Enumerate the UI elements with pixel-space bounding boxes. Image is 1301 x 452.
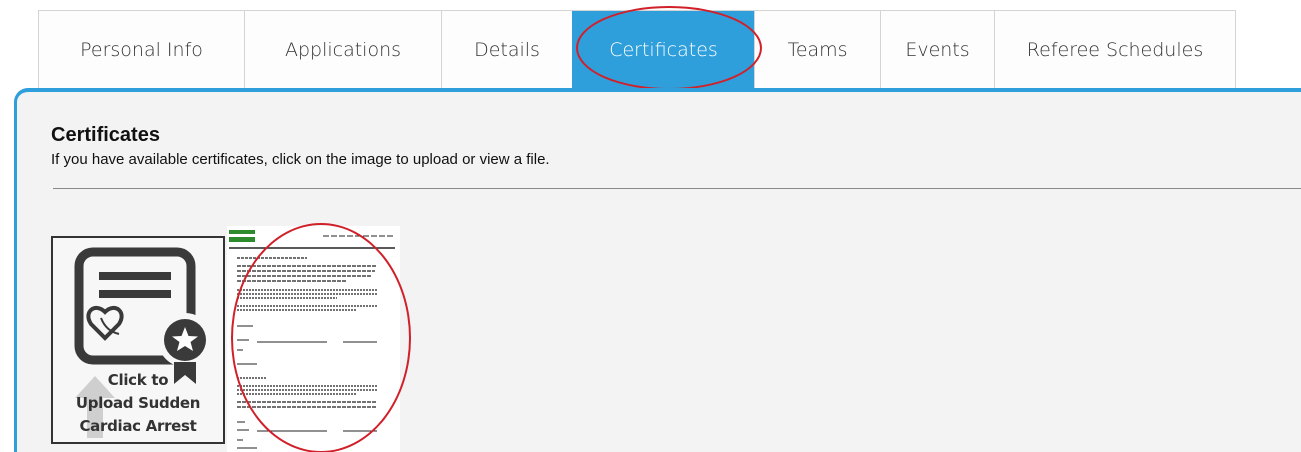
section-title: Certificates xyxy=(51,124,160,146)
tab-applications[interactable]: Applications xyxy=(244,11,441,90)
upload-certificate-card[interactable]: Click to Upload Sudden Cardiac Arrest xyxy=(51,236,225,444)
tab-teams[interactable]: Teams xyxy=(754,11,880,90)
upload-label-line-2: Upload Sudden xyxy=(75,394,201,412)
tab-certificates[interactable]: Certificates xyxy=(572,11,754,90)
upload-label-line-1: Click to xyxy=(107,371,169,389)
tab-personal-info[interactable]: Personal Info xyxy=(38,11,244,90)
section-divider xyxy=(53,188,1301,189)
upload-label-line-3: Cardiac Arrest xyxy=(79,417,197,435)
uploaded-document-thumbnail[interactable] xyxy=(227,226,400,452)
tab-referee-schedules[interactable]: Referee Schedules xyxy=(994,11,1236,90)
document-preview-icon xyxy=(229,230,395,449)
upload-certificate-label: Click to Upload Sudden Cardiac Arrest xyxy=(53,369,223,438)
panel-header: Certificates If you have available certi… xyxy=(51,124,1301,168)
tab-details[interactable]: Details xyxy=(441,11,572,90)
stage: Personal Info Applications Details Certi… xyxy=(0,0,1301,452)
section-description: If you have available certificates, clic… xyxy=(51,151,550,168)
tab-events[interactable]: Events xyxy=(880,11,994,90)
tab-bar: Personal Info Applications Details Certi… xyxy=(38,10,1236,90)
